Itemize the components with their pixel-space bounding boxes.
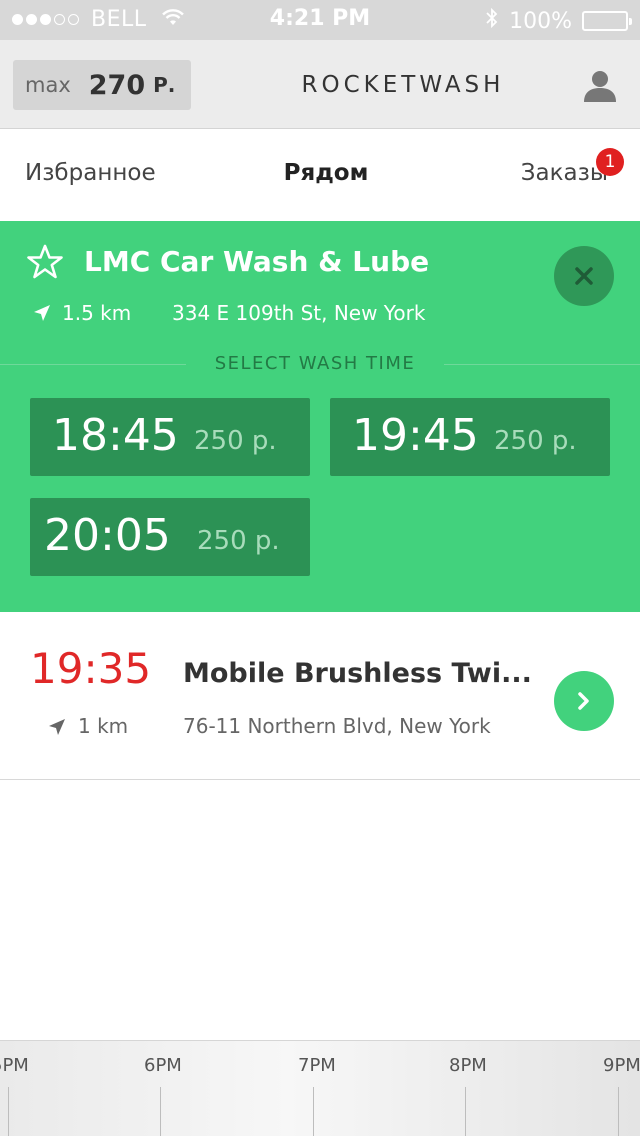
- slot-time: 20:05: [44, 510, 171, 561]
- list-item-time: 19:35: [30, 644, 152, 693]
- battery-icon: [582, 11, 632, 31]
- location-arrow-icon: [47, 717, 67, 737]
- battery-percent: 100%: [509, 8, 572, 34]
- tab-orders[interactable]: Заказы: [521, 160, 608, 186]
- tab-bar: Избранное Рядом Заказы 1: [0, 130, 640, 221]
- timeline-label: 7PM: [298, 1055, 336, 1076]
- slot-price: 250 р.: [194, 426, 277, 456]
- location-arrow-icon: [32, 303, 52, 323]
- time-slot-button[interactable]: 18:45 250 р.: [30, 398, 310, 476]
- bluetooth-icon: [485, 7, 499, 35]
- balance-currency: Р.: [153, 73, 176, 97]
- balance-prefix: max: [25, 73, 71, 97]
- star-icon[interactable]: [27, 244, 63, 280]
- profile-icon[interactable]: [582, 68, 618, 104]
- timeline-tick: [8, 1087, 9, 1136]
- close-button[interactable]: [554, 246, 614, 306]
- orders-badge: 1: [596, 148, 624, 176]
- slot-time: 18:45: [52, 410, 179, 461]
- location-name: LMC Car Wash & Lube: [84, 245, 430, 278]
- location-distance: 1.5 km: [62, 301, 132, 325]
- status-right: 100%: [485, 7, 632, 35]
- timeline-label: 5PM: [0, 1055, 29, 1076]
- app-title: ROCKETWASH: [301, 72, 505, 98]
- selected-location-card: LMC Car Wash & Lube 1.5 km 334 E 109th S…: [0, 221, 640, 612]
- balance-box[interactable]: max 270 Р.: [13, 60, 191, 110]
- status-bar: BELL 4:21 PM 100%: [0, 0, 640, 40]
- chevron-right-icon: [578, 692, 589, 710]
- list-item-distance: 1 km: [78, 714, 129, 738]
- timeline-label: 9PM: [603, 1055, 640, 1076]
- close-icon: [575, 267, 593, 285]
- timeline-label: 6PM: [144, 1055, 182, 1076]
- open-details-button[interactable]: [554, 671, 614, 731]
- slot-time: 19:45: [352, 410, 479, 461]
- timeline-tick: [465, 1087, 466, 1136]
- timeline-tick: [313, 1087, 314, 1136]
- time-slot-button[interactable]: 20:05 250 р.: [30, 498, 310, 576]
- list-item[interactable]: 19:35 Mobile Brushless Twi... 1 km 76-11…: [0, 612, 640, 780]
- slot-price: 250 р.: [494, 426, 577, 456]
- list-item-address: 76-11 Northern Blvd, New York: [183, 714, 491, 738]
- list-item-name: Mobile Brushless Twi...: [183, 658, 532, 689]
- timeline-tick: [618, 1087, 619, 1136]
- time-slot-button[interactable]: 19:45 250 р.: [330, 398, 610, 476]
- app-header: max 270 Р. ROCKETWASH: [0, 40, 640, 129]
- timeline-label: 8PM: [449, 1055, 487, 1076]
- location-address: 334 E 109th St, New York: [172, 301, 426, 325]
- select-wash-time-label: SELECT WASH TIME: [214, 353, 416, 374]
- time-scrubber[interactable]: 5PM 6PM 7PM 8PM 9PM: [0, 1040, 640, 1136]
- slot-price: 250 р.: [197, 526, 280, 556]
- timeline-tick: [160, 1087, 161, 1136]
- balance-value: 270: [88, 69, 146, 101]
